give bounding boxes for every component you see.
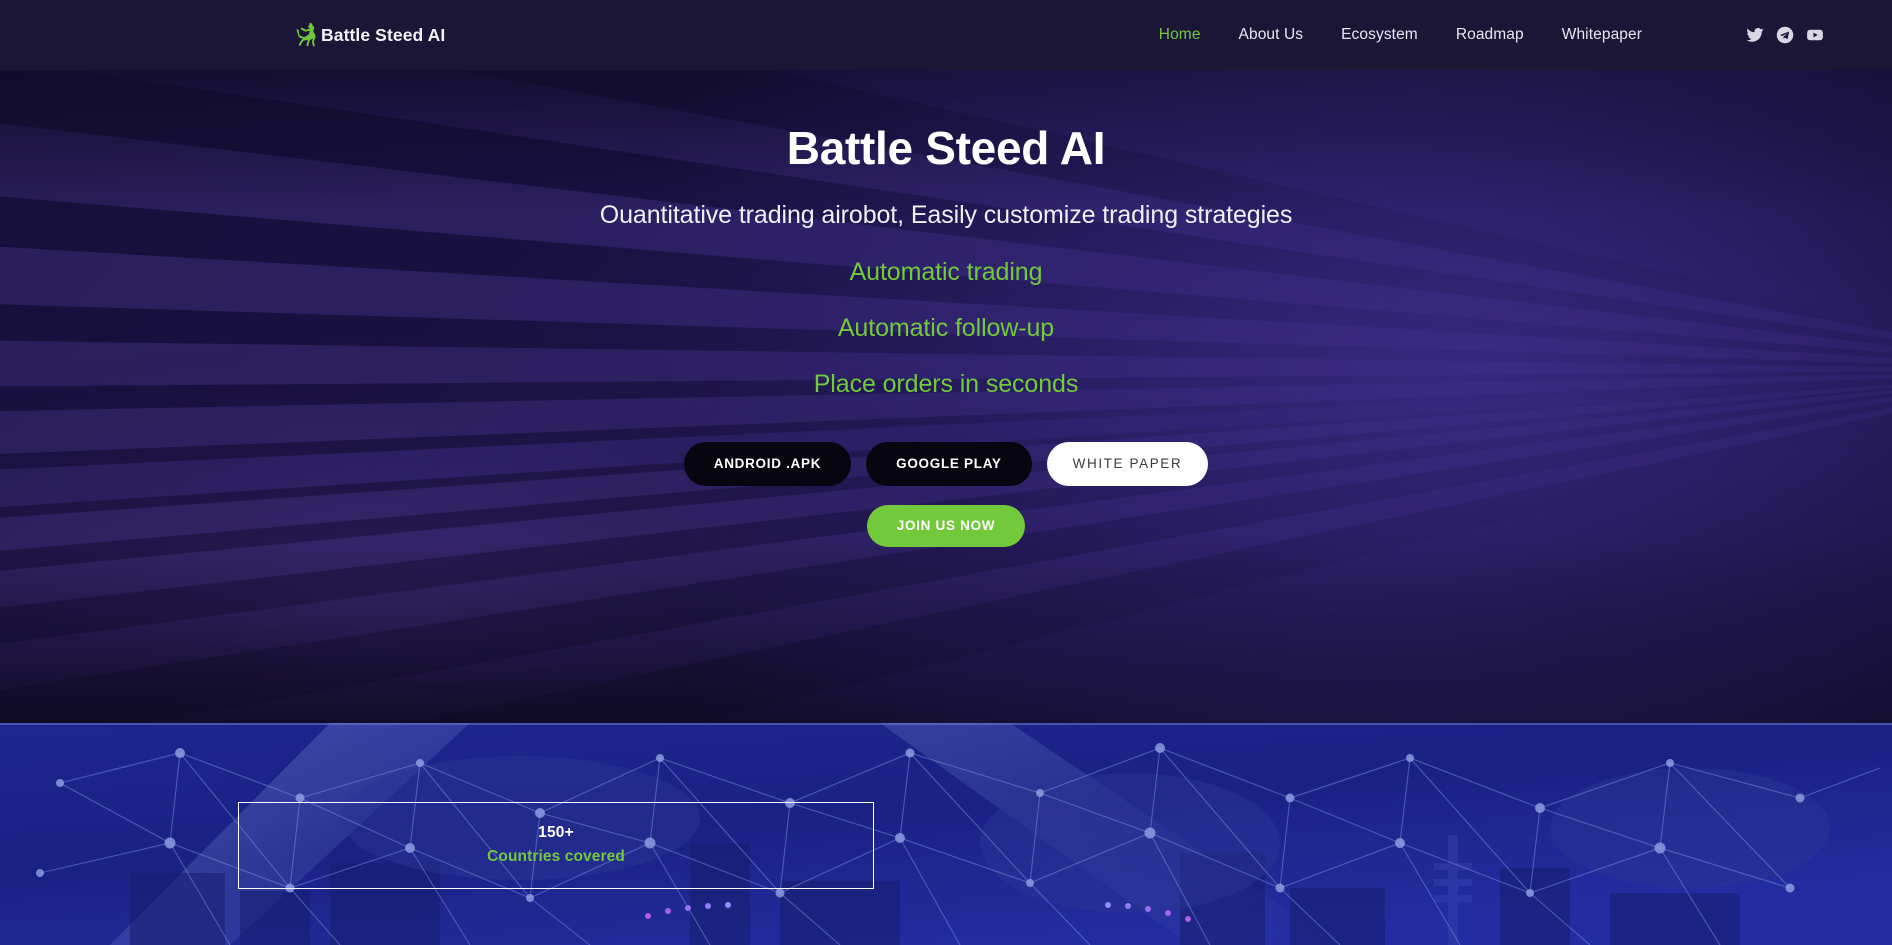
youtube-icon[interactable]: [1806, 26, 1824, 44]
section-top-edge: [0, 723, 1892, 725]
nav-item-whitepaper[interactable]: Whitepaper: [1562, 26, 1642, 44]
feature-automatic-trading: Automatic trading: [849, 257, 1043, 286]
android-apk-button[interactable]: ANDROID .APK: [683, 441, 852, 486]
feature-list: Automatic trading Automatic follow-up Pl…: [813, 257, 1079, 398]
brand-logo[interactable]: Battle Steed AI: [296, 22, 445, 48]
feature-automatic-follow-up: Automatic follow-up: [837, 313, 1055, 342]
stat-card-countries: 150+ Countries covered: [238, 802, 874, 889]
nav-item-home[interactable]: Home: [1159, 26, 1201, 44]
nav-item-roadmap[interactable]: Roadmap: [1456, 26, 1524, 44]
stats-section: 150+ Countries covered: [0, 723, 1892, 945]
social-links: [1746, 26, 1824, 44]
site-header: Battle Steed AI Home About Us Ecosystem …: [0, 0, 1892, 70]
landing-page: Battle Steed AI Home About Us Ecosystem …: [0, 0, 1892, 945]
telegram-icon[interactable]: [1776, 26, 1794, 44]
download-button-row: ANDROID .APK GOOGLE PLAY WHITE PAPER: [683, 441, 1209, 486]
hero-subtitle: Ouantitative trading airobot, Easily cus…: [599, 200, 1293, 229]
hero-section: Battle Steed AI Ouantitative trading air…: [0, 70, 1892, 723]
twitter-icon[interactable]: [1746, 26, 1764, 44]
brand-name: Battle Steed AI: [321, 24, 446, 45]
nav-item-ecosystem[interactable]: Ecosystem: [1341, 26, 1418, 44]
stat-value: 150+: [538, 824, 574, 842]
join-us-now-button[interactable]: JOIN US NOW: [866, 504, 1026, 547]
page-title: Battle Steed AI: [786, 122, 1106, 174]
nav-item-about-us[interactable]: About Us: [1239, 26, 1304, 44]
google-play-button[interactable]: GOOGLE PLAY: [866, 441, 1032, 486]
hero-content: Battle Steed AI Ouantitative trading air…: [0, 70, 1892, 723]
feature-place-orders: Place orders in seconds: [813, 369, 1079, 398]
white-paper-button[interactable]: WHITE PAPER: [1046, 441, 1209, 486]
main-nav: Home About Us Ecosystem Roadmap Whitepap…: [1159, 26, 1642, 44]
stat-label: Countries covered: [487, 848, 625, 865]
horse-icon: [296, 22, 316, 47]
